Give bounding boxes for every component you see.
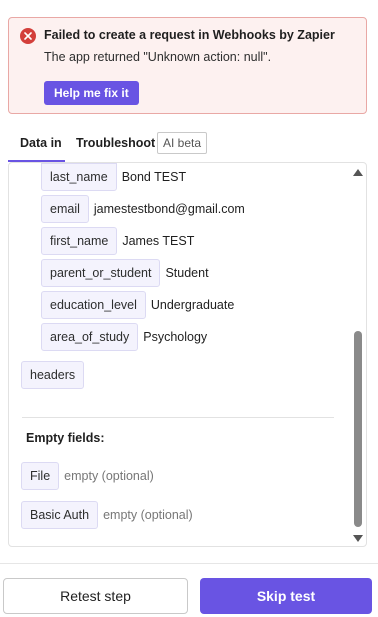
field-value: Student xyxy=(165,266,209,280)
tab-troubleshoot[interactable]: Troubleshoot xyxy=(76,130,155,162)
field-row: email jamestestbond@gmail.com xyxy=(41,195,245,223)
empty-fields-heading: Empty fields: xyxy=(26,431,105,445)
empty-field-row: File empty (optional) xyxy=(21,462,154,490)
section-divider xyxy=(22,417,334,418)
scroll-down-arrow-icon[interactable] xyxy=(353,533,363,543)
field-value: Psychology xyxy=(143,330,208,344)
data-in-panel[interactable]: last_name Bond TEST email jamestestbond@… xyxy=(8,162,367,547)
help-me-fix-it-button[interactable]: Help me fix it xyxy=(44,81,139,105)
retest-step-button[interactable]: Retest step xyxy=(3,578,188,614)
empty-field-value: empty (optional) xyxy=(64,469,154,483)
scrollbar-thumb[interactable] xyxy=(354,331,362,527)
field-row: first_name James TEST xyxy=(41,227,194,255)
field-key: first_name xyxy=(41,227,118,255)
field-key: area_of_study xyxy=(41,323,139,351)
tab-data-in[interactable]: Data in xyxy=(20,130,62,162)
empty-field-key: Basic Auth xyxy=(21,501,99,529)
error-banner: Failed to create a request in Webhooks b… xyxy=(8,17,367,114)
field-key: last_name xyxy=(41,163,117,191)
ai-beta-badge: AI beta xyxy=(157,132,208,154)
field-row: area_of_study Psychology xyxy=(41,323,207,351)
field-row: parent_or_student Student xyxy=(41,259,209,287)
error-title: Failed to create a request in Webhooks b… xyxy=(44,28,335,42)
field-key: email xyxy=(41,195,89,223)
field-value: Undergraduate xyxy=(150,298,235,312)
field-key: parent_or_student xyxy=(41,259,161,287)
error-message: The app returned "Unknown action: null". xyxy=(44,50,272,64)
field-value: James TEST xyxy=(122,234,195,248)
headers-row[interactable]: headers xyxy=(21,361,85,389)
empty-field-key: File xyxy=(21,462,60,490)
empty-field-row: Basic Auth empty (optional) xyxy=(21,501,193,529)
error-x-circle-icon xyxy=(20,28,36,44)
field-value: jamestestbond@gmail.com xyxy=(93,202,245,216)
field-value: Bond TEST xyxy=(121,170,187,184)
scroll-up-arrow-icon[interactable] xyxy=(353,167,363,177)
headers-key[interactable]: headers xyxy=(21,361,85,389)
field-row: last_name Bond TEST xyxy=(41,163,186,191)
footer-divider xyxy=(0,563,378,564)
empty-field-value: empty (optional) xyxy=(103,508,193,522)
field-key: education_level xyxy=(41,291,146,319)
field-row: education_level Undergraduate xyxy=(41,291,234,319)
skip-test-button[interactable]: Skip test xyxy=(200,578,372,614)
